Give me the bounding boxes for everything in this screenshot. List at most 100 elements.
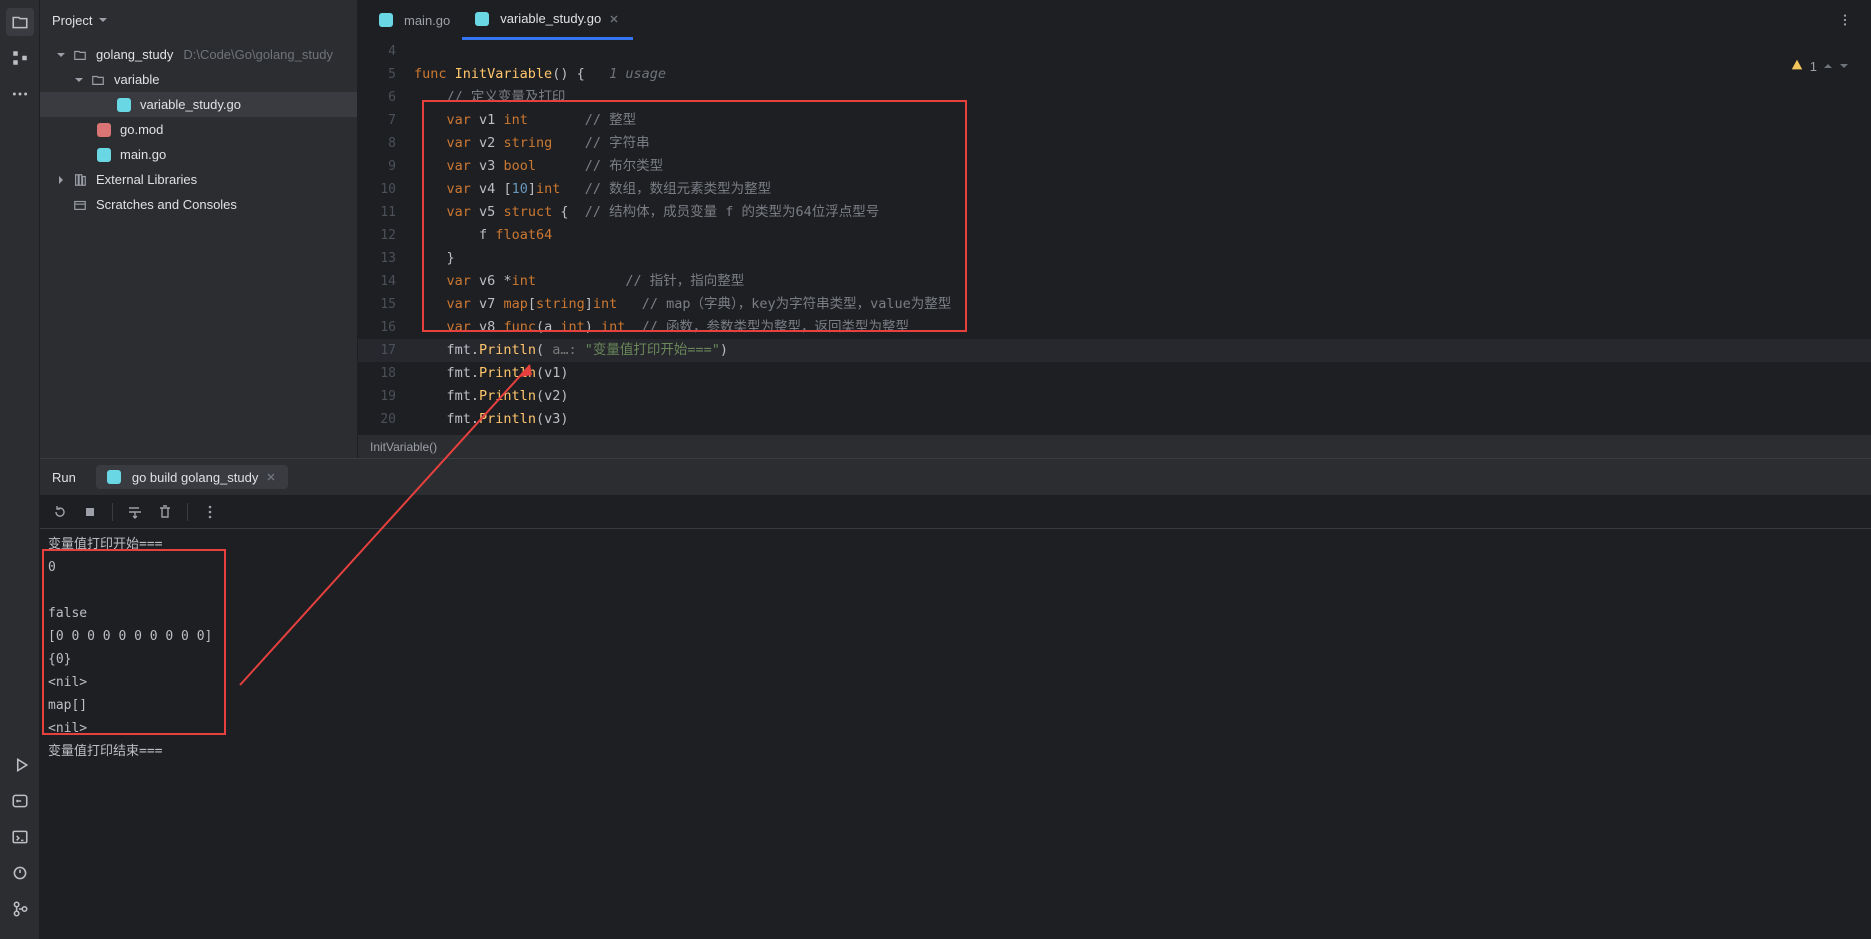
line-number: 8: [358, 132, 414, 155]
run-toolbar: [40, 495, 1871, 529]
tabs-right-actions: [1835, 0, 1871, 40]
code-line: fmt.Println(v3): [414, 408, 1871, 431]
tree-label: External Libraries: [96, 172, 197, 187]
library-icon: [72, 172, 88, 188]
line-number: 18: [358, 362, 414, 385]
tree-file-gomod[interactable]: go.mod: [40, 117, 357, 142]
line-number: 20: [358, 408, 414, 431]
code-line: fmt.Println( a…: "变量值打印开始==="): [414, 339, 1871, 362]
scratches-icon: [72, 197, 88, 213]
trash-icon[interactable]: [157, 504, 173, 520]
main-column: Project golang_study D:\Code\Go\golang_s…: [40, 0, 1871, 939]
services-tool-icon[interactable]: [6, 751, 34, 779]
tree-label: main.go: [120, 147, 166, 162]
soft-wrap-icon[interactable]: [127, 504, 143, 520]
code-line: f float64: [414, 224, 1871, 247]
run-panel: Run go build golang_study 变量值打印开始=== 0 f…: [40, 458, 1871, 939]
code-line: var v1 int // 整型: [414, 109, 1871, 132]
line-number: 10: [358, 178, 414, 201]
tree-root[interactable]: golang_study D:\Code\Go\golang_study: [40, 42, 357, 67]
line-number: 4: [358, 40, 414, 63]
sidebar-header[interactable]: Project: [40, 0, 357, 40]
chevron-down-icon: [98, 15, 108, 25]
structure-tool-icon[interactable]: [6, 44, 34, 72]
output-line: <nil>: [48, 717, 1863, 740]
line-number: 14: [358, 270, 414, 293]
code-line: var v4 [10]int // 数组，数组元素类型为整型: [414, 178, 1871, 201]
code-editor[interactable]: 4 5 6 7 8 9 10 11 12 13 14 15 16 17 18 1…: [358, 40, 1871, 434]
run-tool-icon[interactable]: [6, 787, 34, 815]
chevron-down-icon: [54, 50, 68, 60]
tab-label: variable_study.go: [500, 11, 601, 26]
line-number: 12: [358, 224, 414, 247]
run-tab[interactable]: go build golang_study: [96, 465, 289, 489]
more-tool-icon[interactable]: [6, 80, 34, 108]
editor-tabs: main.go variable_study.go: [358, 0, 1871, 40]
tree-label: Scratches and Consoles: [96, 197, 237, 212]
code-line: fmt.Println(v1): [414, 362, 1871, 385]
line-number: 17: [358, 339, 414, 362]
tab-main-go[interactable]: main.go: [366, 0, 462, 40]
code-line: fmt.Println(v2): [414, 385, 1871, 408]
go-file-icon: [116, 97, 132, 113]
close-icon[interactable]: [264, 470, 278, 484]
output-line: map[]: [48, 694, 1863, 717]
terminal-tool-icon[interactable]: [6, 823, 34, 851]
divider: [187, 503, 188, 521]
code-line: }: [414, 247, 1871, 270]
tree-label: golang_study: [96, 47, 173, 62]
go-file-icon: [106, 469, 122, 485]
code-line: // 定义变量及打印: [414, 86, 1871, 109]
code-line: var v6 *int // 指针，指向整型: [414, 270, 1871, 293]
code-line: var v5 struct { // 结构体，成员变量 f 的类型为64位浮点型…: [414, 201, 1871, 224]
code-line: var v2 string // 字符串: [414, 132, 1871, 155]
line-number: 9: [358, 155, 414, 178]
breadcrumb-item: InitVariable(): [370, 440, 437, 454]
problems-tool-icon[interactable]: [6, 859, 34, 887]
breadcrumb[interactable]: InitVariable(): [358, 434, 1871, 458]
tree-file-variable-study[interactable]: variable_study.go: [40, 92, 357, 117]
sidebar-title: Project: [52, 13, 92, 28]
output-line: 变量值打印结束===: [48, 740, 1863, 763]
tree-label: variable: [114, 72, 160, 87]
tree-folder-variable[interactable]: variable: [40, 67, 357, 92]
project-tree: golang_study D:\Code\Go\golang_study var…: [40, 40, 357, 458]
folder-icon: [72, 47, 88, 63]
stop-icon[interactable]: [82, 504, 98, 520]
vcs-tool-icon[interactable]: [6, 895, 34, 923]
tree-file-main[interactable]: main.go: [40, 142, 357, 167]
tree-external-libs[interactable]: External Libraries: [40, 167, 357, 192]
line-number: 19: [358, 385, 414, 408]
line-number: 13: [358, 247, 414, 270]
line-number: 5: [358, 63, 414, 86]
line-number: 16: [358, 316, 414, 339]
top-area: Project golang_study D:\Code\Go\golang_s…: [40, 0, 1871, 458]
tree-scratches[interactable]: Scratches and Consoles: [40, 192, 357, 217]
go-file-icon: [96, 147, 112, 163]
output-line: 变量值打印开始===: [48, 533, 1863, 556]
tree-label: go.mod: [120, 122, 163, 137]
project-sidebar: Project golang_study D:\Code\Go\golang_s…: [40, 0, 358, 458]
left-tool-bar: [0, 0, 40, 939]
go-file-icon: [474, 11, 490, 27]
chevron-down-icon: [72, 75, 86, 85]
line-number: 6: [358, 86, 414, 109]
close-icon[interactable]: [607, 12, 621, 26]
code-content[interactable]: func InitVariable() { 1 usage // 定义变量及打印…: [414, 40, 1871, 434]
more-icon[interactable]: [202, 504, 218, 520]
gutter: 4 5 6 7 8 9 10 11 12 13 14 15 16 17 18 1…: [358, 40, 414, 434]
folder-icon: [90, 72, 106, 88]
tab-label: main.go: [404, 13, 450, 28]
more-icon[interactable]: [1835, 13, 1855, 27]
tree-label: variable_study.go: [140, 97, 241, 112]
rerun-icon[interactable]: [52, 504, 68, 520]
output-line: <nil>: [48, 671, 1863, 694]
code-line: var v7 map[string]int // map（字典），key为字符串…: [414, 293, 1871, 316]
project-tool-icon[interactable]: [6, 8, 34, 36]
line-number: 7: [358, 109, 414, 132]
output-line: {0}: [48, 648, 1863, 671]
code-line: var v3 bool // 布尔类型: [414, 155, 1871, 178]
tab-variable-study[interactable]: variable_study.go: [462, 0, 633, 40]
code-line: var v8 func(a int) int // 函数，参数类型为整型，返回类…: [414, 316, 1871, 339]
run-output[interactable]: 变量值打印开始=== 0 false [0 0 0 0 0 0 0 0 0 0]…: [40, 529, 1871, 939]
